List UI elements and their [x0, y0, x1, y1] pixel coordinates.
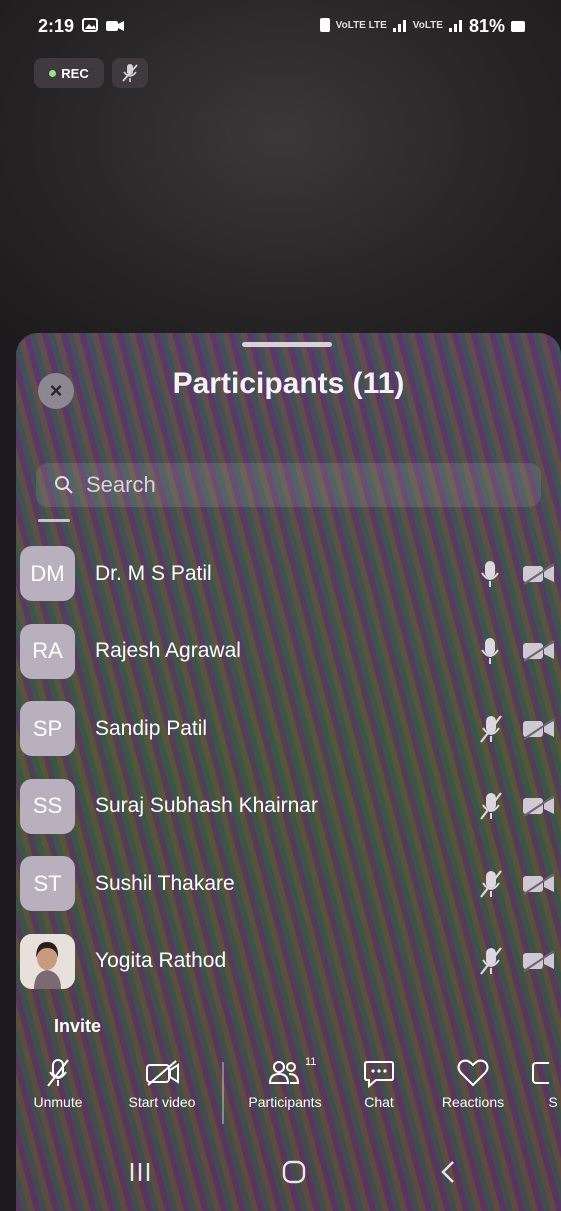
person-photo-icon: [20, 933, 75, 989]
network-label-2: VoLTE: [412, 20, 443, 31]
unmute-label: Unmute: [33, 1094, 83, 1110]
video-off-icon[interactable]: [522, 717, 556, 740]
participants-sheet: × Participants (11) DM Dr. M S Patil: [16, 333, 561, 1211]
participant-name: Dr. M S Patil: [95, 561, 212, 585]
participant-list: DM Dr. M S Patil RA Rajesh Agrawal SP Sa…: [16, 535, 561, 1000]
share-label: S: [548, 1094, 558, 1110]
mic-on-icon[interactable]: [480, 559, 500, 589]
participant-row[interactable]: Yogita Rathod: [16, 923, 561, 1001]
participant-name: Yogita Rathod: [95, 949, 227, 973]
mic-on-icon[interactable]: [480, 636, 500, 666]
invite-button[interactable]: Invite: [54, 1016, 101, 1037]
start-video-button[interactable]: Start video: [117, 1058, 207, 1110]
heart-icon: [457, 1059, 489, 1087]
rec-label: REC: [61, 65, 89, 81]
search-box[interactable]: [36, 463, 541, 507]
participant-name: Sushil Thakare: [95, 871, 235, 895]
start-video-label: Start video: [128, 1094, 196, 1110]
participants-icon: [268, 1061, 300, 1084]
mic-muted-icon: [47, 1059, 69, 1087]
participant-row[interactable]: RA Rajesh Agrawal: [16, 613, 561, 691]
chat-icon: [364, 1061, 394, 1088]
reactions-label: Reactions: [441, 1094, 505, 1110]
participant-name: Rajesh Agrawal: [95, 639, 241, 663]
unmute-button[interactable]: Unmute: [16, 1058, 103, 1110]
signal-icon-2: [448, 16, 463, 37]
drag-handle[interactable]: [242, 342, 332, 347]
participant-row[interactable]: SS Suraj Subhash Khairnar: [16, 768, 561, 846]
avatar: RA: [20, 623, 75, 679]
mic-muted-icon[interactable]: [480, 714, 502, 744]
video-record-icon: [106, 16, 125, 37]
status-right: VoLTE LTE VoLTE 81%: [319, 15, 525, 37]
battery-level: 81%: [468, 15, 505, 36]
rec-dot-icon: [49, 69, 57, 77]
participant-name: Suraj Subhash Khairnar: [95, 794, 318, 818]
video-off-icon[interactable]: [522, 640, 556, 663]
chat-button[interactable]: Chat: [334, 1058, 424, 1110]
video-off-icon[interactable]: [522, 950, 556, 973]
avatar: SP: [20, 701, 75, 757]
participants-label: Participants: [248, 1094, 322, 1110]
avatar: SS: [20, 778, 75, 834]
avatar-photo: [20, 933, 75, 989]
meeting-toolbar: Unmute Start video 11 Participants Chat …: [16, 1056, 561, 1128]
video-off-icon[interactable]: [522, 795, 556, 818]
video-off-icon[interactable]: [522, 562, 556, 585]
home-icon[interactable]: [281, 1159, 307, 1185]
mic-muted-icon[interactable]: [480, 946, 502, 976]
mic-muted-icon[interactable]: [480, 869, 502, 899]
share-button[interactable]: S: [504, 1058, 561, 1110]
chat-label: Chat: [364, 1094, 394, 1110]
status-bar: 2:19 VoLTE LTE VoLTE 81%: [0, 0, 561, 52]
mic-muted-icon: [122, 64, 138, 82]
participant-row[interactable]: SP Sandip Patil: [16, 690, 561, 768]
search-input[interactable]: [86, 472, 486, 498]
video-off-icon: [146, 1060, 179, 1086]
divider: [38, 519, 70, 522]
participants-count-badge: 11: [305, 1056, 317, 1068]
search-icon: [55, 476, 73, 494]
mic-muted-indicator[interactable]: [112, 58, 148, 88]
sheet-title: Participants (11): [172, 367, 405, 400]
signal-icon: [392, 16, 407, 37]
share-screen-icon: [532, 1062, 549, 1084]
back-icon[interactable]: [438, 1159, 458, 1185]
mic-muted-icon[interactable]: [480, 791, 502, 821]
participant-row[interactable]: ST Sushil Thakare: [16, 845, 561, 923]
participants-button[interactable]: 11 Participants: [240, 1056, 330, 1110]
participant-row[interactable]: DM Dr. M S Patil: [16, 535, 561, 613]
participant-name: Sandip Patil: [95, 716, 208, 740]
status-left: 2:19: [38, 15, 125, 37]
avatar: DM: [20, 546, 75, 602]
video-off-icon[interactable]: [522, 872, 556, 895]
gallery-icon: [82, 16, 99, 37]
toolbar-separator: [222, 1062, 224, 1124]
battery-icon: [511, 20, 525, 32]
network-label-1: VoLTE LTE: [335, 20, 387, 31]
avatar: ST: [20, 856, 75, 912]
recording-badge[interactable]: REC: [34, 58, 104, 88]
status-time: 2:19: [38, 15, 75, 36]
sim-icon: [319, 16, 330, 37]
android-nav-bar: [16, 1145, 561, 1211]
recent-apps-icon[interactable]: [128, 1159, 152, 1185]
